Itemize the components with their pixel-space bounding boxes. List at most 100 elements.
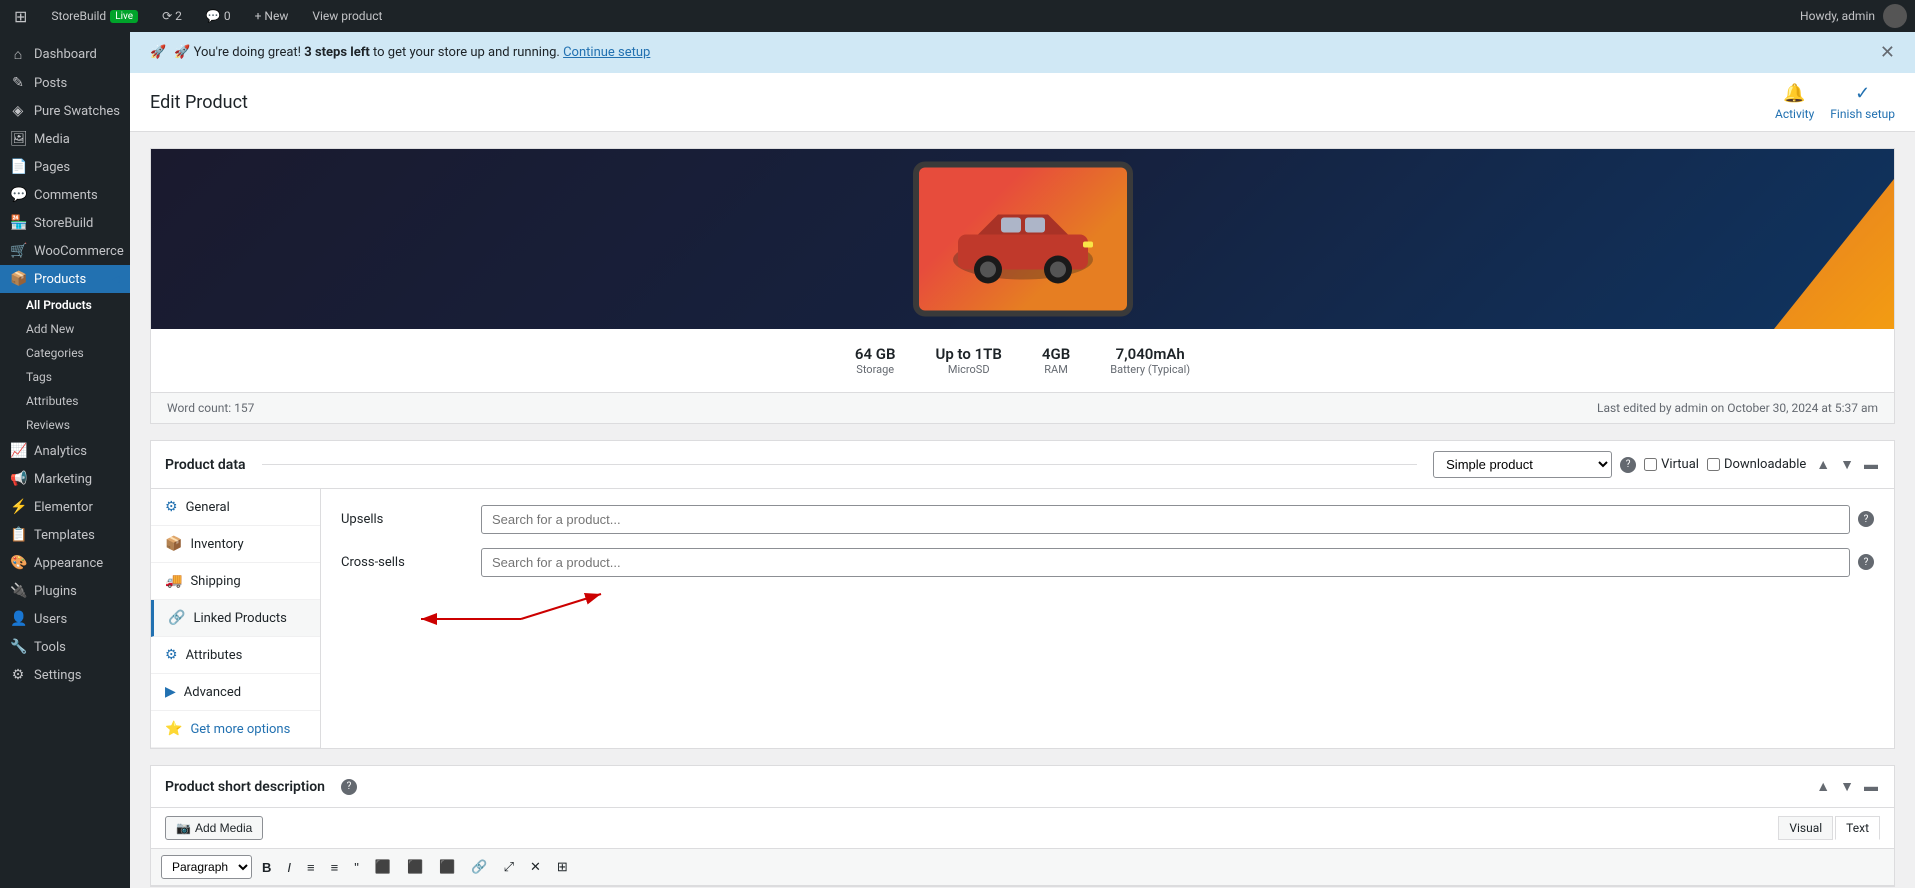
align-right-button[interactable]: ⬛ xyxy=(433,856,461,878)
pages-icon: 📄 xyxy=(10,159,26,175)
tab-inventory[interactable]: 📦 Inventory xyxy=(151,526,320,563)
product-specs: 64 GB Storage Up to 1TB MicroSD 4GB RAM … xyxy=(151,329,1894,392)
ordered-list-button[interactable]: ≡ xyxy=(325,857,345,878)
short-description-help-icon[interactable]: ? xyxy=(341,779,357,795)
sidebar-item-pure-swatches[interactable]: ◈ Pure Swatches xyxy=(0,97,130,125)
notification-icon[interactable]: ⟳ 2 xyxy=(156,9,188,23)
upsells-label: Upsells xyxy=(341,505,481,527)
analytics-icon: 📈 xyxy=(10,443,26,459)
sidebar-item-products[interactable]: 📦 Products ◀ xyxy=(0,265,130,293)
fullscreen-button[interactable]: ⤢ xyxy=(498,856,520,878)
sidebar-item-plugins[interactable]: 🔌 Plugins xyxy=(0,577,130,605)
table-button[interactable]: ⊞ xyxy=(551,856,574,878)
crosssells-input-wrapper xyxy=(481,548,1850,577)
posts-icon: ✎ xyxy=(10,75,26,91)
tab-linked-products[interactable]: 🔗 Linked Products xyxy=(151,600,320,637)
visual-tab[interactable]: Visual xyxy=(1778,816,1833,840)
virtual-checkbox-label[interactable]: Virtual xyxy=(1644,457,1699,472)
sidebar-sub-tags[interactable]: Tags xyxy=(0,365,130,389)
crosssells-search-input[interactable] xyxy=(481,548,1850,577)
unordered-list-button[interactable]: ≡ xyxy=(301,857,321,878)
spec-microsd-label: MicroSD xyxy=(936,363,1002,376)
site-name-bar[interactable]: StoreBuild Live xyxy=(45,9,144,23)
sidebar-item-posts[interactable]: ✎ Posts xyxy=(0,69,130,97)
collapse-down-button[interactable]: ▼ xyxy=(1838,454,1856,475)
sidebar-item-templates[interactable]: 📋 Templates xyxy=(0,521,130,549)
tablet-frame xyxy=(913,162,1133,317)
activity-button[interactable]: 🔔 Activity xyxy=(1775,83,1814,121)
spec-ram-value: 4GB xyxy=(1042,345,1070,363)
content-area: 🚀 🚀 You're doing great! 3 steps left to … xyxy=(130,32,1915,888)
sidebar-item-storebuild[interactable]: 🏪 StoreBuild xyxy=(0,209,130,237)
align-left-button[interactable]: ⬛ xyxy=(369,856,397,878)
downloadable-checkbox[interactable] xyxy=(1707,458,1720,471)
downloadable-checkbox-label[interactable]: Downloadable xyxy=(1707,457,1806,472)
sidebar-item-analytics[interactable]: 📈 Analytics xyxy=(0,437,130,465)
spec-microsd: Up to 1TB MicroSD xyxy=(936,345,1002,376)
sidebar-item-pages[interactable]: 📄 Pages xyxy=(0,153,130,181)
upsells-search-input[interactable] xyxy=(481,505,1850,534)
sidebar-label-appearance: Appearance xyxy=(34,556,103,571)
sidebar-item-comments[interactable]: 💬 Comments xyxy=(0,181,130,209)
crosssells-row: Cross-sells ? xyxy=(341,548,1874,577)
sidebar-sub-attributes[interactable]: Attributes xyxy=(0,389,130,413)
sidebar-sub-reviews[interactable]: Reviews xyxy=(0,413,130,437)
tab-advanced[interactable]: ▶ Advanced xyxy=(151,674,320,711)
sidebar-label-posts: Posts xyxy=(34,76,67,91)
sidebar-sub-categories[interactable]: Categories xyxy=(0,341,130,365)
bold-button[interactable]: B xyxy=(256,857,277,878)
sidebar-item-woocommerce[interactable]: 🛒 WooCommerce xyxy=(0,237,130,265)
short-desc-collapse-down[interactable]: ▼ xyxy=(1838,776,1856,797)
shipping-tab-label: Shipping xyxy=(190,574,240,589)
tab-attributes[interactable]: ⚙ Attributes xyxy=(151,637,320,674)
sidebar-item-media[interactable]: 🖼 Media xyxy=(0,125,130,153)
view-product-link[interactable]: View product xyxy=(306,9,388,23)
collapse-up-button[interactable]: ▲ xyxy=(1814,454,1832,475)
advanced-tab-label: Advanced xyxy=(184,685,241,700)
text-tab[interactable]: Text xyxy=(1835,816,1880,840)
align-center-button[interactable]: ⬛ xyxy=(401,856,429,878)
italic-button[interactable]: I xyxy=(281,857,297,878)
tab-general[interactable]: ⚙ General xyxy=(151,489,320,526)
comment-icon[interactable]: 💬 0 xyxy=(200,9,237,23)
sidebar-item-users[interactable]: 👤 Users xyxy=(0,605,130,633)
format-select[interactable]: Paragraph xyxy=(161,855,252,879)
sidebar-sub-add-new[interactable]: Add New xyxy=(0,317,130,341)
sidebar-item-settings[interactable]: ⚙ Settings xyxy=(0,661,130,689)
link-button[interactable]: 🔗 xyxy=(465,856,493,878)
sidebar-item-tools[interactable]: 🔧 Tools xyxy=(0,633,130,661)
sidebar-item-elementor[interactable]: ⚡ Elementor xyxy=(0,493,130,521)
sidebar-item-appearance[interactable]: 🎨 Appearance xyxy=(0,549,130,577)
short-description-header: Product short description ? ▲ ▼ ▬ xyxy=(151,766,1894,808)
products-icon: 📦 xyxy=(10,271,26,287)
product-type-select[interactable]: Simple product Variable product Grouped … xyxy=(1433,451,1612,478)
linked-products-content: Upsells ? Cross-sells ? xyxy=(321,489,1894,748)
short-desc-collapse-up[interactable]: ▲ xyxy=(1814,776,1832,797)
tab-get-more-options[interactable]: ⭐ Get more options xyxy=(151,711,320,748)
virtual-checkbox[interactable] xyxy=(1644,458,1657,471)
divider xyxy=(262,464,1418,465)
sidebar-item-dashboard[interactable]: ⌂ Dashboard xyxy=(0,40,130,69)
upsells-help-icon[interactable]: ? xyxy=(1858,511,1874,527)
sidebar-item-marketing[interactable]: 📢 Marketing xyxy=(0,465,130,493)
inventory-tab-icon: 📦 xyxy=(165,536,182,552)
page-content: 64 GB Storage Up to 1TB MicroSD 4GB RAM … xyxy=(130,132,1915,888)
finish-setup-button[interactable]: ✓ Finish setup xyxy=(1830,83,1895,121)
collapse-toggle-button[interactable]: ▬ xyxy=(1862,454,1880,475)
section-collapse-controls: ▲ ▼ ▬ xyxy=(1814,454,1880,475)
tab-shipping[interactable]: 🚚 Shipping xyxy=(151,563,320,600)
wp-logo[interactable]: ⊞ xyxy=(8,7,33,26)
new-button[interactable]: + New xyxy=(249,9,295,23)
storebuild-icon: 🏪 xyxy=(10,215,26,231)
sidebar-label-dashboard: Dashboard xyxy=(34,47,97,62)
howdy-label: Howdy, admin xyxy=(1800,9,1875,23)
product-type-help-icon[interactable]: ? xyxy=(1620,457,1636,473)
users-icon: 👤 xyxy=(10,611,26,627)
notice-close-button[interactable]: ✕ xyxy=(1880,42,1895,63)
more-button[interactable]: ✕ xyxy=(524,856,547,878)
crosssells-help-icon[interactable]: ? xyxy=(1858,554,1874,570)
sidebar-sub-all-products[interactable]: All Products xyxy=(0,293,130,317)
blockquote-button[interactable]: " xyxy=(348,857,365,878)
short-desc-collapse-toggle[interactable]: ▬ xyxy=(1862,776,1880,797)
add-media-button[interactable]: 📷 Add Media xyxy=(165,816,263,840)
